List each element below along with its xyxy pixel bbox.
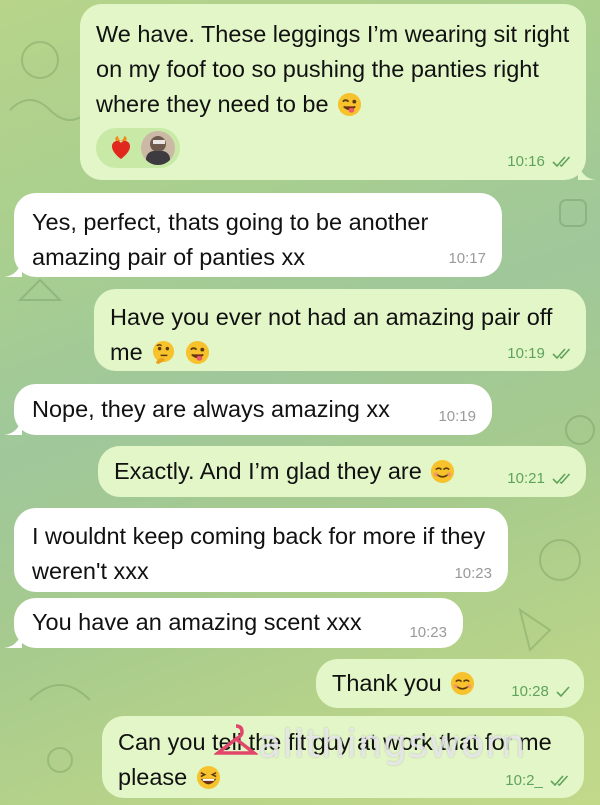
bubble-tail: [578, 160, 596, 180]
bubble-tail: [4, 628, 22, 648]
double-check-read-icon: [550, 775, 569, 787]
watermark: allthingsworn: [258, 722, 527, 766]
message-time: 10:17: [448, 250, 486, 267]
bubble-tail: [4, 415, 22, 435]
bubble-tail: [4, 257, 22, 277]
message-text: Exactly. And I’m glad they are: [114, 458, 422, 484]
message-text: I wouldnt keep coming back for more if t…: [32, 523, 486, 584]
message-time: 10:19: [507, 345, 545, 362]
double-check-read-icon: [552, 156, 571, 168]
message-bubble-outgoing[interactable]: Thank you 10:28: [316, 659, 584, 708]
message-bubble-outgoing[interactable]: Have you ever not had an amazing pair of…: [94, 289, 586, 371]
message-text: We have. These leggings I’m wearing sit …: [96, 21, 570, 117]
thinking-face-icon: [153, 340, 175, 365]
message-time: 10:2_: [505, 772, 543, 789]
winking-face-with-tongue-icon: [338, 92, 362, 117]
double-check-read-icon: [552, 348, 571, 360]
message-text: You have an amazing scent xxx: [32, 609, 362, 635]
message-bubble-incoming[interactable]: Nope, they are always amazing xx 10:19: [4, 384, 492, 435]
message-text: Yes, perfect, thats going to be another …: [32, 209, 429, 270]
winking-face-with-tongue-icon: [185, 340, 209, 365]
message-time: 10:23: [454, 565, 492, 582]
message-time: 10:16: [507, 153, 545, 170]
message-time: 10:21: [507, 470, 545, 487]
message-bubble-incoming[interactable]: Yes, perfect, thats going to be another …: [4, 193, 502, 277]
message-time: 10:19: [438, 408, 476, 425]
double-check-read-icon: [552, 473, 571, 485]
message-time: 10:28: [511, 683, 549, 700]
heart-on-fire-icon: [111, 136, 131, 159]
message-bubble-incoming[interactable]: You have an amazing scent xxx 10:23: [4, 598, 463, 648]
message-bubble-outgoing[interactable]: Exactly. And I’m glad they are 10:21: [98, 446, 586, 497]
smiling-face-icon: [451, 671, 475, 696]
user-avatar-icon: [141, 131, 175, 165]
message-text: Nope, they are always amazing xx: [32, 396, 390, 422]
message-bubble-incoming[interactable]: I wouldnt keep coming back for more if t…: [14, 508, 508, 592]
message-text: Have you ever not had an amazing pair of…: [110, 304, 553, 365]
message-text: Thank you: [332, 670, 442, 696]
reactions-bar[interactable]: [96, 128, 180, 168]
message-bubble-outgoing[interactable]: We have. These leggings I’m wearing sit …: [80, 4, 596, 180]
message-time: 10:23: [409, 624, 447, 641]
smiling-face-icon: [431, 459, 455, 484]
hanger-logo-icon: [214, 724, 258, 755]
check-delivered-icon: [556, 686, 570, 698]
